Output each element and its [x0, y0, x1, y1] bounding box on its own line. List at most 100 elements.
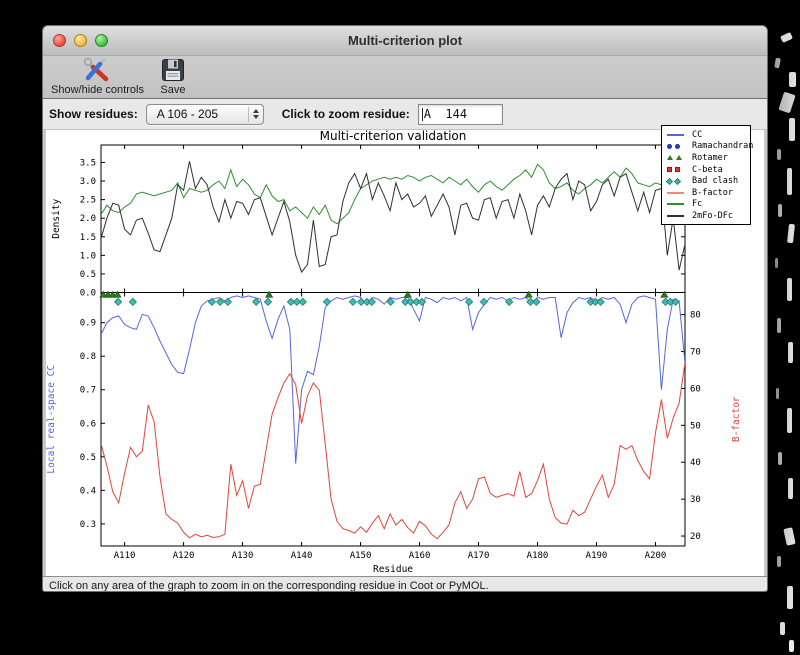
svg-text:0.4: 0.4: [80, 486, 96, 496]
artifact-blob: [780, 622, 785, 635]
legend-label: Fc: [692, 199, 703, 210]
legend-circle-swatch: [666, 143, 692, 149]
legend-label: CC: [692, 129, 703, 140]
svg-text:B-factor: B-factor: [731, 396, 742, 442]
artifact-blob: [783, 527, 796, 546]
legend-label: Rotamer: [692, 152, 728, 163]
show-hide-controls-label: Show/hide controls: [51, 84, 144, 96]
svg-text:0.5: 0.5: [80, 270, 96, 280]
legend-item: C-beta: [666, 164, 748, 176]
artifact-blob: [778, 204, 782, 217]
legend-line-swatch: [666, 191, 692, 194]
artifact-blob: [778, 91, 796, 114]
show-residues-select[interactable]: A 106 - 205: [145, 103, 264, 125]
svg-text:80: 80: [690, 311, 701, 321]
svg-text:70: 70: [690, 348, 701, 358]
svg-text:40: 40: [690, 458, 701, 468]
legend-item: B-factor: [666, 187, 748, 199]
artifact-blob: [789, 72, 796, 87]
artifact-blob: [788, 478, 793, 499]
svg-text:0.6: 0.6: [80, 419, 96, 429]
artifact-blob: [777, 318, 781, 333]
legend-square-swatch: [666, 167, 692, 173]
svg-text:A180: A180: [527, 551, 549, 561]
traffic-lights: [53, 34, 108, 47]
zoom-residue-input[interactable]: A 144: [417, 103, 503, 125]
artifact-blob: [789, 118, 795, 141]
save-button[interactable]: Save: [160, 57, 186, 96]
svg-text:0.7: 0.7: [80, 386, 96, 396]
svg-text:0.9: 0.9: [80, 319, 96, 329]
zoom-residue-value: A 144: [423, 107, 468, 121]
status-text: Click on any area of the graph to zoom i…: [49, 580, 489, 592]
svg-text:60: 60: [690, 384, 701, 394]
chart-legend: CC Ramachandran Rotamer C-beta Bad clash B-fa…: [661, 125, 753, 225]
svg-text:1.5: 1.5: [80, 233, 96, 243]
window-title: Multi-criterion plot: [347, 33, 463, 48]
artifact-blob: [775, 258, 778, 268]
legend-label: B-factor: [692, 187, 733, 198]
legend-item: Bad clash: [665, 175, 748, 187]
maximize-button[interactable]: [95, 34, 108, 47]
legend-diamond-swatch: [665, 177, 692, 185]
legend-label: Ramachandran: [692, 141, 754, 152]
svg-text:3.5: 3.5: [80, 158, 96, 168]
show-residues-label: Show residues:: [49, 107, 138, 121]
artifact-blob: [787, 278, 792, 301]
plot-canvas[interactable]: Multi-criterion validation 0.0 0.5 1.0 1.5 2.…: [46, 125, 764, 576]
svg-text:Multi-criterion validation: Multi-criterion validation: [320, 130, 467, 143]
controls-bar: Show residues: A 106 - 205 Click to zoom…: [43, 99, 767, 130]
legend-line-swatch: [666, 203, 692, 206]
legend-item: Ramachandran: [666, 141, 753, 153]
svg-text:0.5: 0.5: [80, 453, 96, 463]
multi-criterion-plot-window: Multi-criterion plot Show/hide controls: [42, 25, 768, 592]
svg-text:A170: A170: [468, 551, 490, 561]
svg-text:2.5: 2.5: [80, 196, 96, 206]
legend-label: 2mFo-DFc: [692, 210, 733, 221]
artifact-blob: [777, 149, 781, 160]
window-titlebar[interactable]: Multi-criterion plot: [43, 26, 767, 56]
legend-item: 2mFo-DFc: [666, 210, 748, 222]
svg-text:A110: A110: [114, 551, 136, 561]
desktop: { "window": { "title": "Multi-criterion …: [0, 0, 800, 655]
artifact-blob: [774, 57, 781, 69]
artifact-blob: [789, 640, 794, 652]
svg-text:2.0: 2.0: [80, 214, 96, 224]
artifact-blob: [788, 342, 793, 363]
artifact-blob: [776, 388, 779, 399]
svg-text:30: 30: [690, 495, 701, 505]
svg-text:Density: Density: [51, 198, 62, 238]
svg-text:3.0: 3.0: [80, 177, 96, 187]
svg-text:A190: A190: [586, 551, 608, 561]
artifact-blob: [787, 223, 795, 244]
zoom-residue-label: Click to zoom residue:: [281, 107, 410, 121]
svg-text:20: 20: [690, 532, 701, 542]
svg-text:0.3: 0.3: [80, 520, 96, 530]
svg-text:0.0: 0.0: [80, 289, 96, 299]
legend-label: Bad clash: [692, 176, 739, 187]
stepper-arrows-icon: [247, 106, 259, 122]
legend-item: CC: [666, 129, 748, 141]
legend-item: Fc: [666, 199, 748, 211]
svg-text:A140: A140: [291, 551, 313, 561]
show-hide-controls-button[interactable]: Show/hide controls: [51, 57, 144, 96]
tools-icon: [84, 58, 109, 82]
save-icon: [161, 59, 184, 81]
artifact-blob: [787, 408, 792, 433]
svg-text:A200: A200: [645, 551, 667, 561]
minimize-button[interactable]: [74, 34, 87, 47]
svg-text:A120: A120: [173, 551, 195, 561]
legend-triangle-swatch: [666, 155, 692, 161]
legend-item: Rotamer: [666, 152, 748, 164]
svg-text:A160: A160: [409, 551, 431, 561]
legend-label: C-beta: [692, 164, 723, 175]
svg-text:0.8: 0.8: [80, 352, 96, 362]
svg-text:50: 50: [690, 421, 701, 431]
toolbar: Show/hide controls Save: [43, 56, 767, 99]
artifact-blob: [778, 452, 782, 465]
chart-svg[interactable]: Multi-criterion validation 0.0 0.5 1.0 1.5 2.…: [46, 130, 764, 576]
statusbar: Click on any area of the graph to zoom i…: [43, 576, 767, 592]
close-button[interactable]: [53, 34, 66, 47]
svg-text:Residue: Residue: [373, 564, 413, 575]
artifact-blob: [787, 168, 792, 195]
